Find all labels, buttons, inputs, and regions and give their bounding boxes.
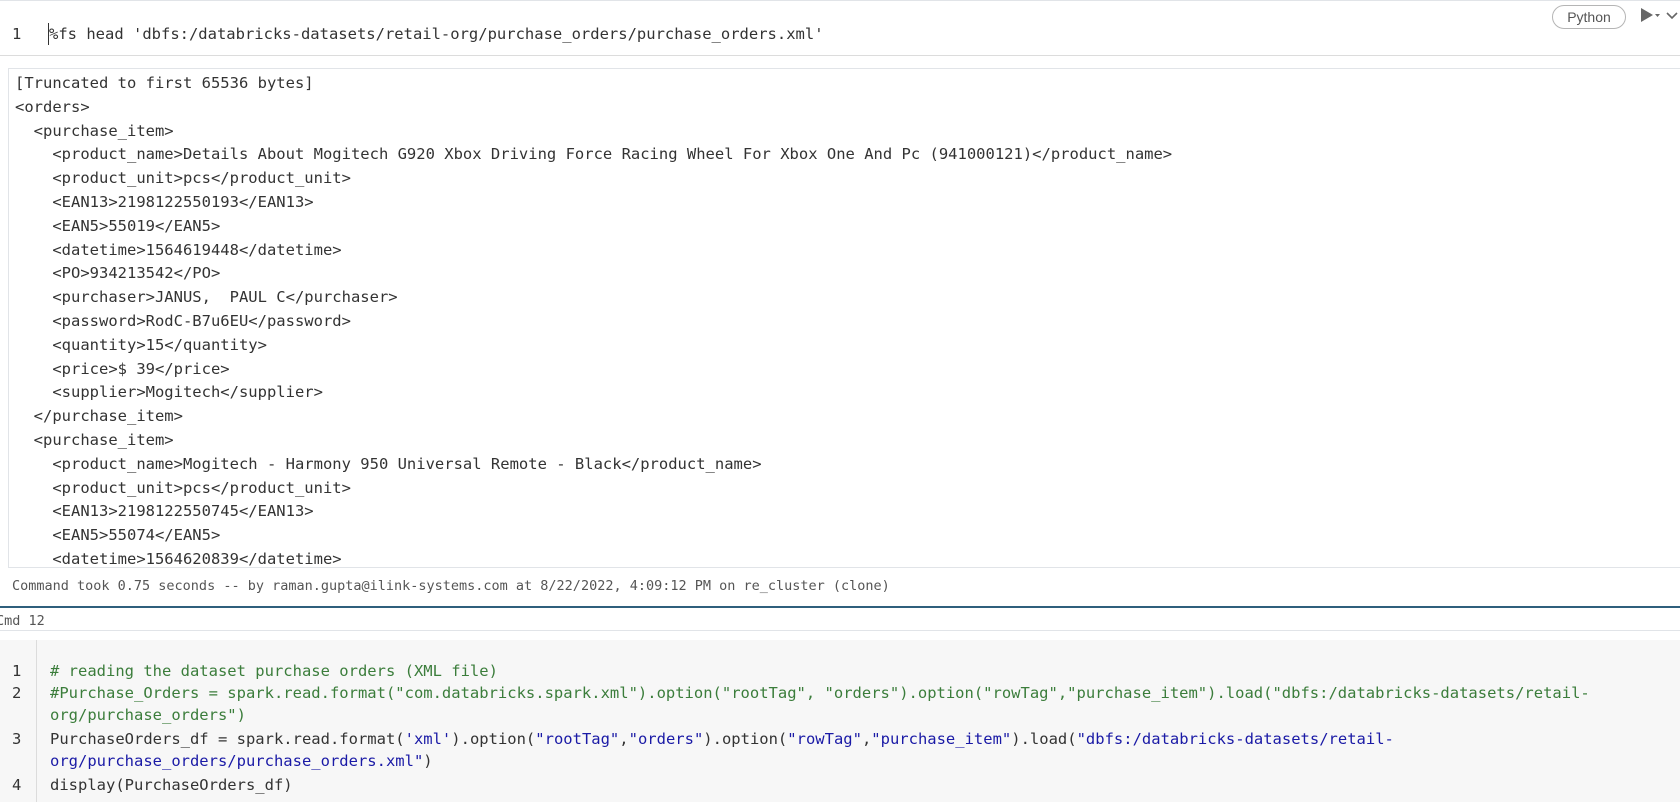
line-number: 2 [12,684,22,702]
output-line: <password>RodC-B7u6EU</password> [15,312,351,330]
code-comment[interactable]: #Purchase_Orders = spark.read.format("co… [50,684,1590,702]
code-line[interactable]: display(PurchaseOrders_df) [50,776,293,794]
output-line: <EAN13>2198122550193</EAN13> [15,193,314,211]
code-string: "rootTag" [535,730,620,748]
language-selector-button[interactable]: Python [1552,5,1626,29]
code-text: , [619,730,629,748]
code-text: ).option( [703,730,788,748]
output-line: <purchase_item> [15,431,174,449]
code-string: "rowTag" [787,730,862,748]
notebook-cell-read-xml[interactable]: 1 2 3 4 # reading the dataset purchase o… [0,640,1680,802]
code-text: , [861,730,872,748]
code-string: "orders" [628,730,704,748]
code-text: ).option( [451,730,536,748]
line-number: 4 [12,776,22,794]
output-line: <supplier>Mogitech</supplier> [15,383,323,402]
code-line[interactable]: org/purchase_orders/purchase_orders.xml"… [50,752,433,770]
output-line: <purchaser>JANUS, PAUL C</purchaser> [15,288,398,307]
code-comment[interactable]: # reading the dataset purchase orders (X… [50,662,498,680]
gutter-divider [36,640,37,802]
code-line[interactable]: %fs head 'dbfs:/databricks-datasets/reta… [49,25,824,43]
output-line: <orders> [15,97,90,116]
output-line: <EAN5>55074</EAN5> [15,526,221,545]
command-status: Command took 0.75 seconds -- by raman.gu… [12,578,890,594]
cell-separator [0,606,1680,608]
line-number: 1 [12,662,22,680]
notebook-cell-fs-head: 1 %fs head 'dbfs:/databricks-datasets/re… [0,0,1680,608]
line-number: 1 [12,25,22,43]
output-line: [Truncated to first 65536 bytes] [15,74,314,92]
code-editor[interactable]: 1 %fs head 'dbfs:/databricks-datasets/re… [0,0,1680,56]
output-line: <product_unit>pcs</product_unit> [15,478,351,497]
code-string: org/purchase_orders/purchase_orders.xml" [50,752,424,770]
code-text: ) [423,752,433,770]
cmd-label: Cmd 12 [0,612,1680,631]
output-line: <product_unit>pcs</product_unit> [15,169,351,188]
output-line: <EAN5>55019</EAN5> [15,216,221,235]
output-line: <price>$ 39</price> [15,359,230,378]
cell-output: [Truncated to first 65536 bytes] <orders>… [8,68,1680,568]
code-string: "purchase_item" [871,730,1012,748]
output-line: <quantity>15</quantity> [15,335,267,354]
output-line: <purchase_item> [15,121,174,140]
chevron-down-icon[interactable] [1664,8,1680,22]
output-line: <product_name>Mogitech - Harmony 950 Uni… [15,454,762,473]
run-cell-icon[interactable] [1636,4,1660,26]
output-line: <EAN13>2198122550745</EAN13> [15,502,314,521]
output-line: <datetime>1564620839</datetime> [15,550,342,568]
code-text: PurchaseOrders_df = spark.read.format( [50,730,405,748]
code-string: 'xml' [404,730,452,748]
output-line: </purchase_item> [15,407,183,426]
code-string: "dbfs:/databricks-datasets/retail- [1076,730,1394,748]
output-line: <PO>934213542</PO> [15,264,221,283]
output-line: <datetime>1564619448</datetime> [15,240,342,259]
output-line: <product_name>Details About Mogitech G92… [15,145,1173,164]
code-comment[interactable]: org/purchase_orders") [50,706,246,724]
code-text: ).load( [1011,730,1077,748]
line-number: 3 [12,730,22,748]
code-line[interactable]: PurchaseOrders_df = spark.read.format('x… [50,730,1394,748]
